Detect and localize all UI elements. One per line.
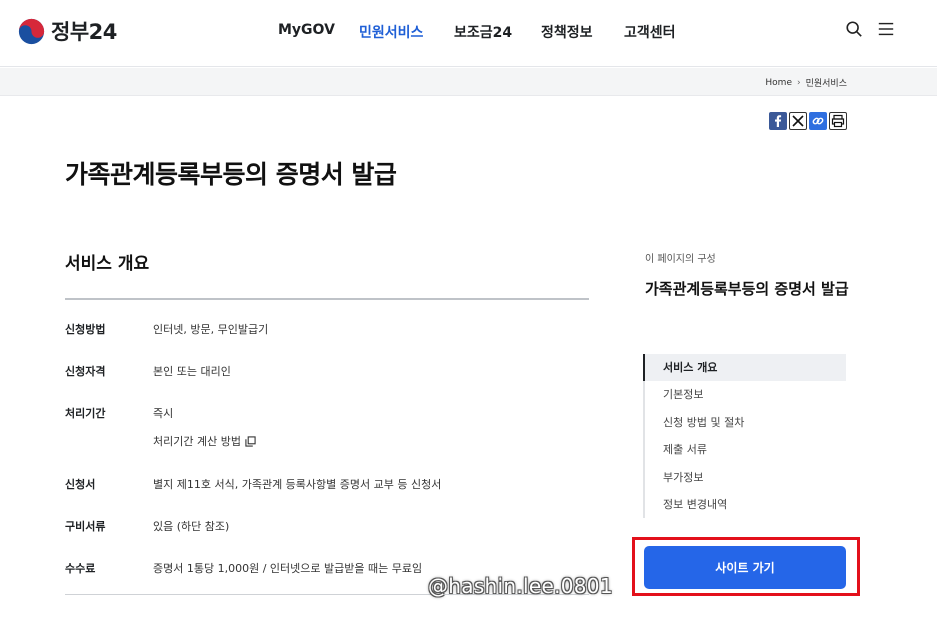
x-icon[interactable] [789,112,807,130]
toc-title: 가족관계등록부등의 증명서 발급 [645,280,849,298]
logo-emblem-icon [18,18,45,44]
search-icon[interactable] [845,20,863,38]
print-icon[interactable] [829,112,847,130]
row-value-application-form: 별지 제11호 서식, 가족관계 등록사항별 증명서 교부 등 신청서 [153,478,442,491]
nav-policy-info[interactable]: 정책정보 [541,22,593,42]
processing-time-calc-label: 처리기간 계산 방법 [153,435,241,448]
watermark: @hashin.lee.0801 [428,574,613,598]
row-value-eligibility: 본인 또는 대리인 [153,365,231,378]
toc-list: 서비스 개요 기본정보 신청 방법 및 절차 제출 서류 부가정보 정보 변경내… [643,354,846,519]
row-label-eligibility: 신청자격 [65,365,106,378]
breadcrumb-home[interactable]: Home [765,78,792,88]
toc-item-basic-info[interactable]: 기본정보 [643,381,846,409]
row-value-documents: 있음 (하단 참조) [153,520,230,533]
section-divider [65,298,589,300]
logo-text: 정부24 [51,20,117,44]
link-icon[interactable] [809,112,827,130]
row-label-application-form: 신청서 [65,478,96,491]
processing-time-calc-link[interactable]: 처리기간 계산 방법 [153,433,256,449]
nav-subsidy24[interactable]: 보조금24 [454,22,512,42]
row-value-fee: 증명서 1통당 1,000원 / 인터넷으로 발급받을 때는 무료임 [153,562,423,575]
site-header: 정부24 MyGOV 민원서비스 보조금24 정책정보 고객센터 [0,0,937,67]
nav-civil-service[interactable]: 민원서비스 [359,22,423,42]
toc-item-additional-info[interactable]: 부가정보 [643,463,846,491]
nav-mygov[interactable]: MyGOV [278,22,335,38]
nav-customer-center[interactable]: 고객센터 [624,22,676,42]
row-value-method: 인터넷, 방문, 무인발급기 [153,323,269,336]
toc-item-documents[interactable]: 제출 서류 [643,436,846,464]
breadcrumb-current[interactable]: 민원서비스 [806,76,847,89]
chevron-right-icon: › [796,77,801,88]
row-label-documents: 구비서류 [65,520,106,533]
section-title-overview: 서비스 개요 [65,254,150,274]
row-label-method: 신청방법 [65,323,106,336]
toc-item-change-history[interactable]: 정보 변경내역 [643,490,846,519]
page-title: 가족관계등록부등의 증명서 발급 [65,160,397,189]
copy-icon [245,435,256,447]
toc-caption: 이 페이지의 구성 [645,254,716,265]
row-label-processing-time: 처리기간 [65,407,106,420]
share-tools [769,112,847,130]
row-value-processing-time: 즉시 [153,407,174,420]
toc-item-procedure[interactable]: 신청 방법 및 절차 [643,408,846,437]
menu-icon[interactable] [877,20,895,38]
facebook-icon[interactable] [769,112,787,130]
highlight-box [632,537,860,596]
row-label-fee: 수수료 [65,562,96,575]
toc-item-overview[interactable]: 서비스 개요 [643,354,846,382]
logo[interactable]: 정부24 [18,16,117,46]
breadcrumb: Home › 민원서비스 [765,76,847,90]
breadcrumb-bar: Home › 민원서비스 [0,68,937,96]
